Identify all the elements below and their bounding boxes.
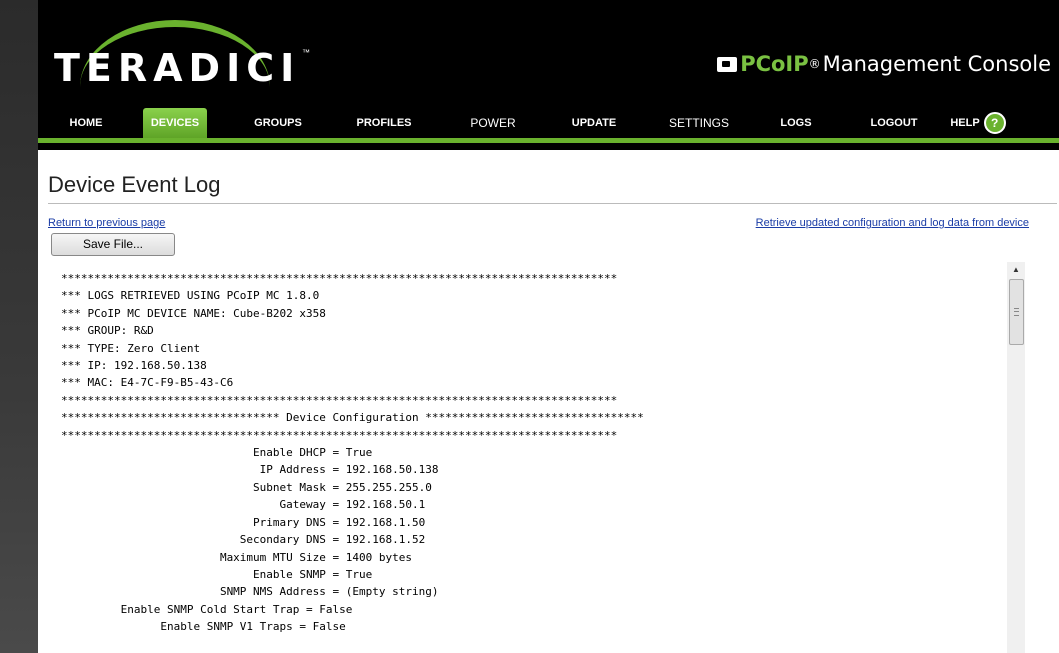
log-scrollbar[interactable]: ▲ — [1007, 262, 1025, 653]
nav-logs[interactable]: LOGS — [776, 108, 816, 138]
pcoip-monitor-icon — [717, 56, 738, 72]
logo-wordmark: TERADICI — [54, 46, 301, 90]
logo-trademark: ™ — [302, 48, 310, 57]
log-line: Maximum MTU Size = 1400 bytes — [61, 550, 412, 564]
scroll-up-arrow-icon[interactable]: ▲ — [1007, 262, 1025, 278]
scroll-thumb[interactable] — [1009, 279, 1024, 345]
main-nav: HOME DEVICES GROUPS PROFILES POWER UPDAT… — [38, 108, 1059, 140]
log-line: *** TYPE: Zero Client — [61, 341, 201, 355]
log-line: ********************************* Device… — [61, 411, 644, 425]
log-line: Primary DNS = 192.168.1.50 — [61, 515, 426, 529]
help-icon[interactable]: ? — [983, 112, 1006, 135]
log-line: SNMP NMS Address = (Empty string) — [61, 585, 439, 599]
header: TERADICI ™ PCoIP ® Management Console HOM… — [38, 0, 1059, 150]
nav-profiles[interactable]: PROFILES — [352, 108, 416, 138]
log-line: *** LOGS RETRIEVED USING PCoIP MC 1.8.0 — [61, 289, 320, 303]
console-title: PCoIP ® Management Console — [717, 52, 1051, 76]
registered-mark: ® — [808, 57, 821, 71]
log-line: Enable SNMP Cold Start Trap = False — [61, 602, 353, 616]
nav-devices[interactable]: DEVICES — [143, 108, 207, 138]
nav-underline-bar — [38, 138, 1059, 143]
nav-help-label: HELP — [950, 117, 980, 129]
log-line: ****************************************… — [61, 272, 618, 285]
scroll-grip-icon — [1014, 308, 1019, 316]
log-line: IP Address = 192.168.50.138 — [61, 463, 439, 477]
nav-settings[interactable]: SETTINGS — [664, 108, 734, 138]
log-line: Subnet Mask = 255.255.255.0 — [61, 480, 432, 494]
log-line: ****************************************… — [61, 393, 618, 407]
nav-logout[interactable]: LOGOUT — [866, 108, 922, 138]
log-line: *** GROUP: R&D — [61, 324, 154, 338]
title-divider — [48, 203, 1057, 204]
content-page: Device Event Log Return to previous page… — [38, 150, 1059, 653]
nav-update[interactable]: UPDATE — [564, 108, 624, 138]
log-line: *** PCoIP MC DEVICE NAME: Cube-B202 x358 — [61, 306, 326, 320]
nav-help[interactable]: HELP? — [946, 108, 1010, 138]
nav-groups[interactable]: GROUPS — [249, 108, 307, 138]
return-to-previous-link[interactable]: Return to previous page — [48, 217, 165, 229]
teradici-logo: TERADICI ™ — [54, 18, 314, 98]
event-log-viewer[interactable]: ****************************************… — [51, 262, 1025, 653]
log-line: ****************************************… — [61, 428, 618, 442]
log-line: Secondary DNS = 192.168.1.52 — [61, 533, 426, 547]
nav-power[interactable]: POWER — [466, 108, 520, 138]
log-line: Enable DHCP = True — [61, 446, 373, 460]
page-title: Device Event Log — [48, 172, 221, 197]
log-line: Gateway = 192.168.50.1 — [61, 498, 426, 512]
retrieve-updated-data-link[interactable]: Retrieve updated configuration and log d… — [756, 217, 1029, 229]
console-title-pcoip: PCoIP — [740, 52, 809, 76]
log-line: *** MAC: E4-7C-F9-B5-43-C6 — [61, 376, 234, 390]
event-log-text: ****************************************… — [61, 270, 644, 636]
log-line: *** IP: 192.168.50.138 — [61, 359, 207, 373]
log-line: Enable SNMP V1 Traps = False — [61, 620, 346, 634]
console-title-text: Management Console — [822, 52, 1051, 76]
nav-home[interactable]: HOME — [64, 108, 108, 138]
save-file-button[interactable]: Save File... — [51, 233, 175, 256]
log-line: Enable SNMP = True — [61, 567, 373, 581]
